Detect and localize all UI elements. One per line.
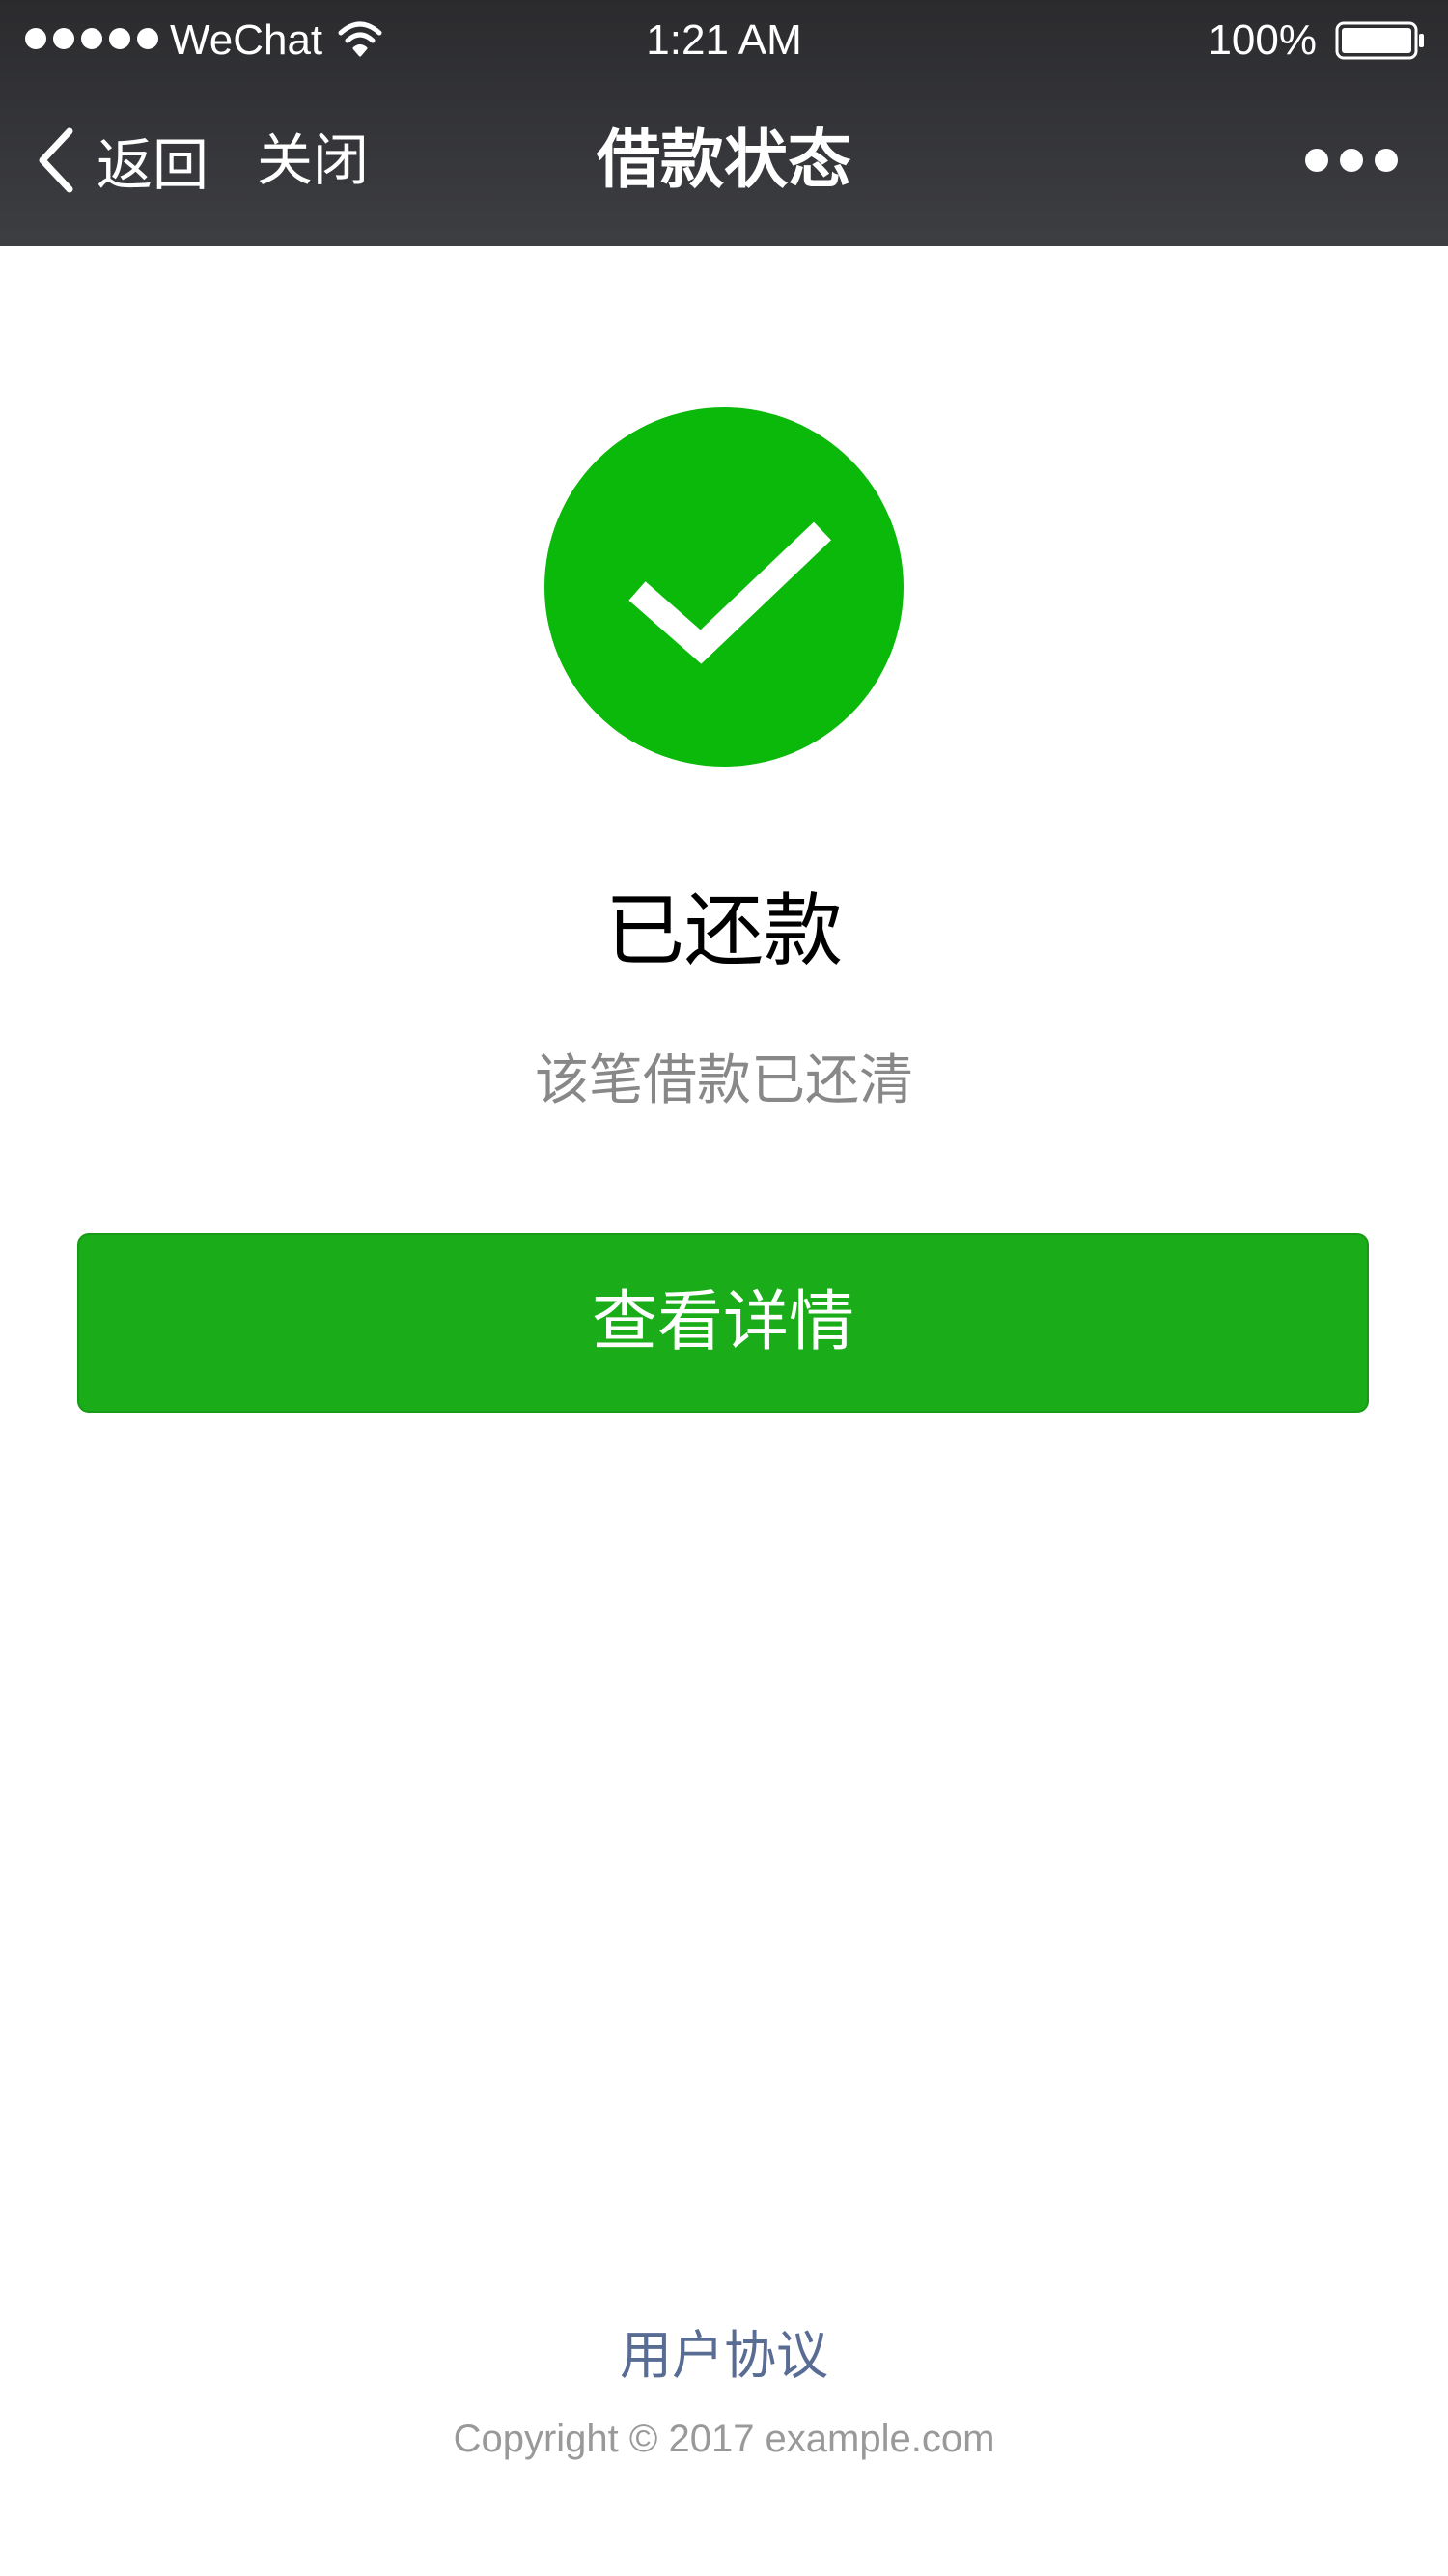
success-checkmark-icon xyxy=(544,407,904,767)
copyright-text: Copyright © 2017 example.com xyxy=(453,2418,995,2460)
battery-percentage: 100% xyxy=(1208,16,1317,64)
view-details-button[interactable]: 查看详情 xyxy=(77,1233,1369,1413)
page-title: 借款状态 xyxy=(597,123,851,197)
user-agreement-link[interactable]: 用户协议 xyxy=(0,2317,1448,2394)
status-description: 该笔借款已还清 xyxy=(535,1050,913,1112)
battery-icon xyxy=(1335,21,1424,60)
more-options-icon[interactable] xyxy=(1305,143,1398,178)
status-bar: WeChat 1:21 AM 100% xyxy=(0,0,1448,79)
top-bar: WeChat 1:21 AM 100% 返回 关闭 借款状态 xyxy=(0,0,1448,246)
status-title: 已还款 xyxy=(604,885,843,977)
navigation-bar: 返回 关闭 借款状态 xyxy=(0,79,1448,246)
